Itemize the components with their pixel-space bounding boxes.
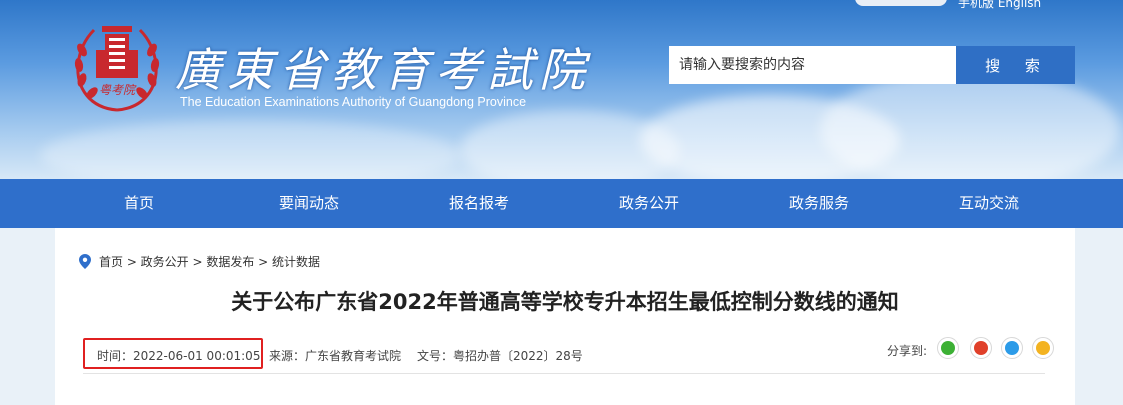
cloud-decoration [40, 120, 460, 179]
brand-title-cn[interactable]: 廣東省教育考試院 [175, 34, 591, 100]
nav-item-registration[interactable]: 报名报考 [449, 179, 509, 228]
cloud-decoration [460, 110, 680, 179]
site-header: 手机版 English 粤考院 廣東省教育考試院 The Education E… [0, 0, 1123, 179]
divider [83, 373, 1045, 374]
weibo-icon[interactable] [970, 337, 992, 359]
logo-emblem-icon[interactable]: 粤考院 [72, 20, 162, 115]
cloud-decoration [820, 70, 1120, 179]
document-number: 文号：粤招办普〔2022〕28号 [417, 349, 583, 363]
location-pin-icon [79, 254, 91, 269]
logo-text: 粤考院 [99, 83, 137, 97]
article-title: 关于公布广东省2022年普通高等学校专升本招生最低控制分数线的通知 [231, 290, 899, 314]
qzone-icon[interactable] [1032, 337, 1054, 359]
qq-icon[interactable] [1001, 337, 1023, 359]
nav-item-services[interactable]: 政务服务 [789, 179, 849, 228]
article-panel: 首页 > 政务公开 > 数据发布 > 统计数据 关于公布广东省2022年普通高等… [55, 228, 1075, 405]
nav-item-news[interactable]: 要闻动态 [279, 179, 339, 228]
brand-title-en: The Education Examinations Authority of … [180, 95, 527, 109]
search-input[interactable] [669, 46, 956, 84]
nav-item-home[interactable]: 首页 [124, 179, 154, 228]
wechat-icon[interactable] [937, 337, 959, 359]
nav-item-public-affairs[interactable]: 政务公开 [619, 179, 679, 228]
breadcrumb: 首页 > 政务公开 > 数据发布 > 统计数据 [79, 253, 320, 270]
share-label: 分享到: [887, 344, 928, 358]
nav-item-interaction[interactable]: 互动交流 [959, 179, 1019, 228]
publish-time: 时间：2022-06-01 00:01:05 [97, 349, 261, 363]
article-source: 来源：广东省教育考试院 [269, 349, 402, 363]
breadcrumb-text[interactable]: 首页 > 政务公开 > 数据发布 > 统计数据 [99, 253, 320, 270]
search-button[interactable]: 搜 索 [956, 46, 1075, 84]
top-pill[interactable] [855, 0, 947, 6]
main-nav: 首页 要闻动态 报名报考 政务公开 政务服务 互动交流 [0, 179, 1123, 228]
top-links[interactable]: 手机版 English [958, 0, 1041, 11]
